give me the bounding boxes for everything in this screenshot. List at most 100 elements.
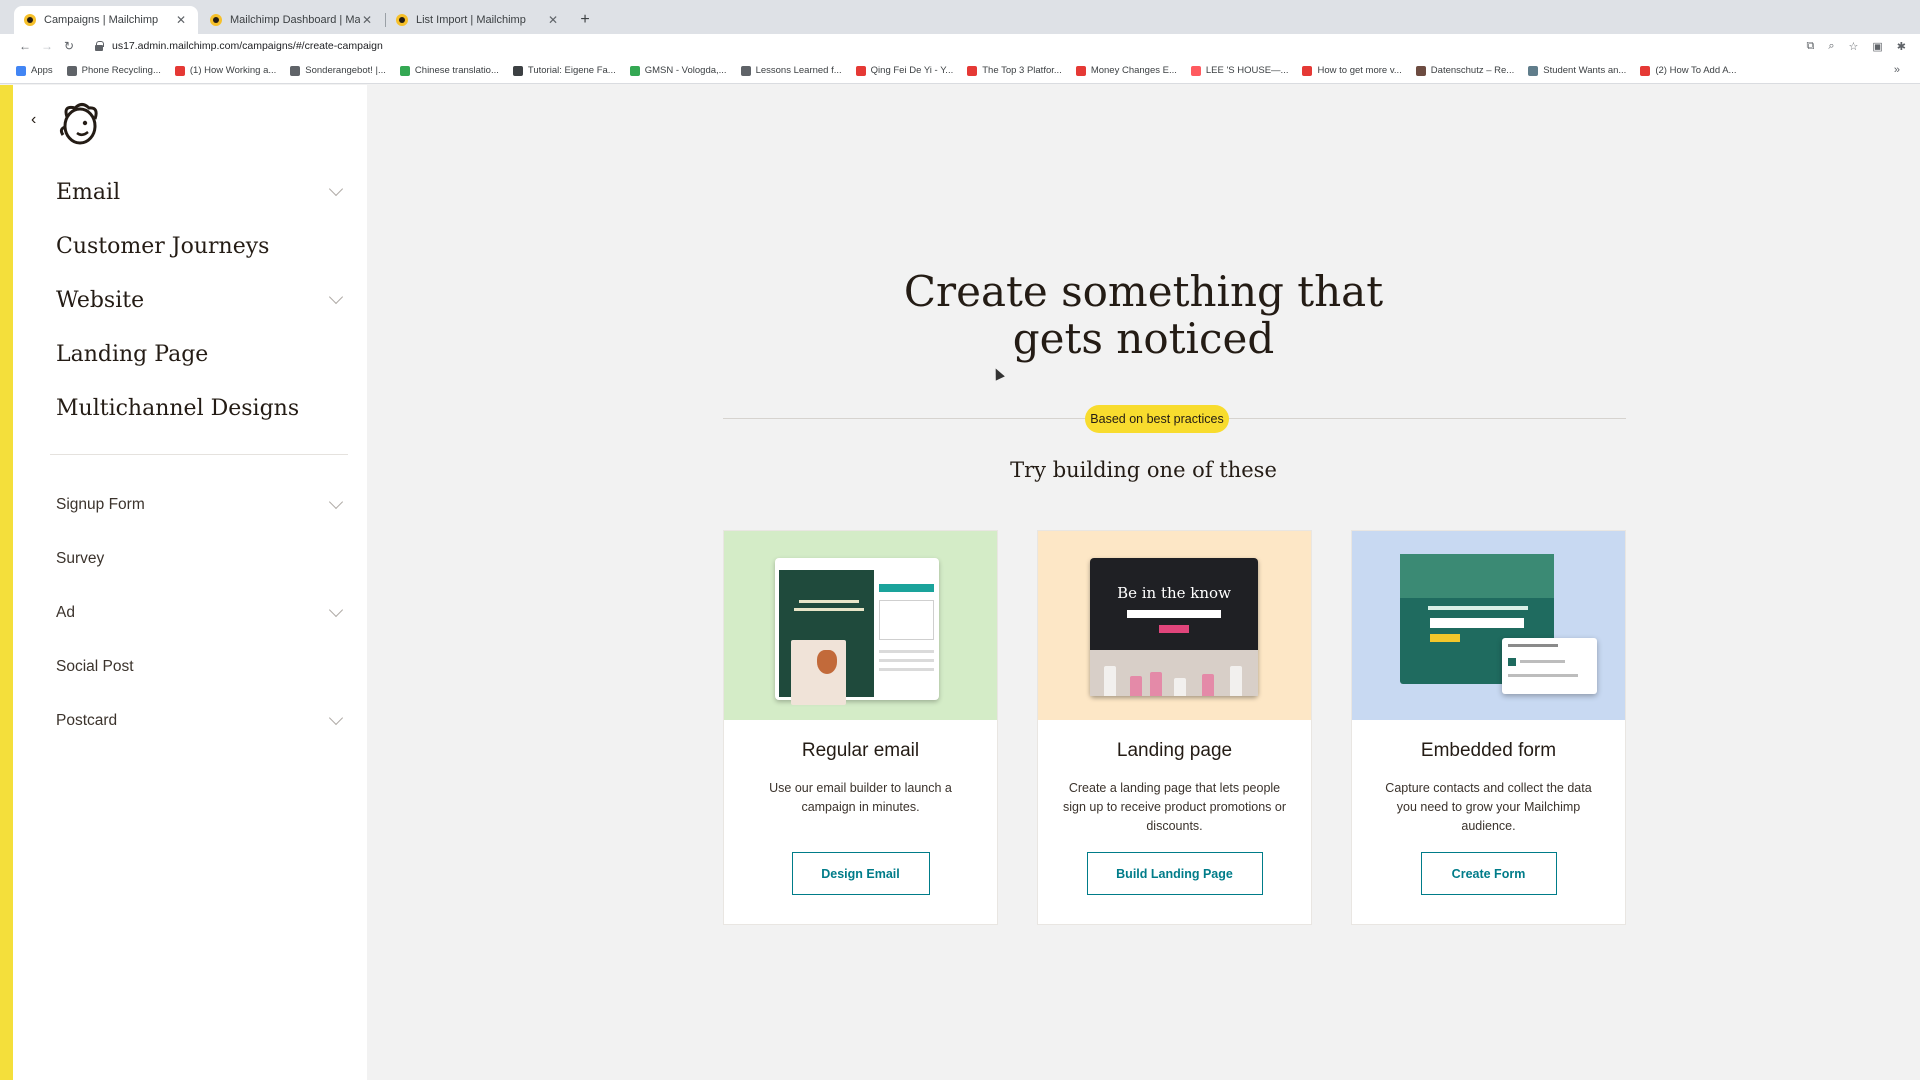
bookmark-item[interactable]: LEE 'S HOUSE—... (1190, 65, 1289, 76)
chevron-down-icon[interactable] (328, 602, 344, 618)
tab-title: Campaigns | Mailchimp (44, 14, 159, 26)
sidebar-item[interactable]: Customer Journeys (56, 219, 346, 273)
bookmark-favicon-icon (399, 65, 410, 76)
mailchimp-favicon-icon (210, 14, 222, 26)
bookmark-label: Tutorial: Eigene Fa... (527, 65, 616, 76)
card-description: Use our email builder to launch a campai… (769, 781, 952, 814)
main-content: Create something that gets noticed Based… (367, 85, 1920, 1080)
sidebar-item[interactable]: Landing Page (56, 327, 346, 381)
regular-email-card: Regular email Use our email builder to l… (723, 530, 998, 925)
zoom-icon[interactable]: ⌕ (1828, 40, 1834, 53)
bookmark-star-icon[interactable]: ☆ (1849, 40, 1859, 53)
bookmark-item[interactable]: How to get more v... (1302, 65, 1402, 76)
forward-icon[interactable]: → (36, 39, 58, 53)
mailchimp-logo-icon[interactable] (55, 99, 105, 149)
bookmark-item[interactable]: The Top 3 Platfor... (967, 65, 1062, 76)
more-bookmarks-icon[interactable]: » (1894, 64, 1900, 76)
chevron-down-icon[interactable] (328, 494, 344, 510)
bookmark-label: (2) How To Add A... (1655, 65, 1737, 76)
bookmark-label: Datenschutz – Re... (1430, 65, 1515, 76)
bookmark-item[interactable]: Lessons Learned f... (740, 65, 842, 76)
url-field[interactable]: us17.admin.mailchimp.com/campaigns/#/cre… (94, 40, 1806, 52)
design-email-button[interactable]: Design Email (791, 852, 930, 895)
back-icon[interactable]: ← (14, 39, 36, 53)
close-icon[interactable]: ✕ (546, 13, 560, 27)
sidebar-item-label: Ad (56, 604, 75, 621)
bookmark-item[interactable]: (2) How To Add A... (1640, 65, 1736, 76)
bookmark-item[interactable]: (1) How Working a... (174, 65, 276, 76)
template-cards: Regular email Use our email builder to l… (723, 530, 1626, 925)
bookmark-item[interactable]: Chinese translatio... (399, 65, 499, 76)
chevron-down-icon[interactable] (328, 181, 344, 197)
bookmark-item[interactable]: Datenschutz – Re... (1415, 65, 1515, 76)
bookmark-label: GMSN - Vologda,... (644, 65, 727, 76)
build-landing-page-button[interactable]: Build Landing Page (1086, 852, 1263, 895)
sidebar-accent-stripe (0, 85, 13, 1080)
card-title: Embedded form (1420, 740, 1557, 761)
new-tab-icon[interactable]: + (572, 6, 598, 34)
bookmark-favicon-icon (512, 65, 523, 76)
bookmark-item[interactable]: Qing Fei De Yi - Y... (855, 65, 954, 76)
sidebar-item-label: Customer Journeys (56, 233, 270, 259)
bookmark-favicon-icon (1075, 65, 1086, 76)
sidebar-item[interactable]: Signup Form (56, 478, 346, 532)
sidebar-item[interactable]: Survey (56, 532, 346, 586)
bookmark-favicon-icon (1302, 65, 1313, 76)
sidebar-item-label: Postcard (56, 712, 118, 729)
bookmark-item[interactable]: Sonderangebot! |... (290, 65, 386, 76)
bookmark-item[interactable]: Tutorial: Eigene Fa... (512, 65, 616, 76)
bookmark-favicon-icon (1190, 65, 1201, 76)
sidebar-item-label: Signup Form (56, 496, 145, 513)
sidebar-item-label: Survey (56, 550, 105, 567)
bookmark-label: LEE 'S HOUSE—... (1205, 65, 1289, 76)
sidebar-item[interactable]: Social Post (56, 640, 346, 694)
chevron-down-icon[interactable] (328, 710, 344, 726)
tab-title: List Import | Mailchimp (416, 14, 526, 26)
translate-icon[interactable]: ⧉ (1806, 40, 1814, 53)
bookmark-label: The Top 3 Platfor... (982, 65, 1062, 76)
browser-tab[interactable]: Campaigns | Mailchimp ✕ (14, 6, 198, 34)
bookmark-item[interactable]: Student Wants an... (1528, 65, 1626, 76)
chevron-down-icon[interactable] (328, 289, 344, 305)
sidebar-item[interactable]: Ad (56, 586, 346, 640)
bookmark-label: Qing Fei De Yi - Y... (870, 65, 954, 76)
bookmark-favicon-icon (740, 65, 751, 76)
bookmark-label: Phone Recycling... (81, 65, 161, 76)
bookmark-favicon-icon (1528, 65, 1539, 76)
best-practices-badge: Based on best practices (1085, 405, 1229, 433)
close-icon[interactable]: ✕ (360, 13, 374, 27)
bookmark-item[interactable]: Phone Recycling... (66, 65, 161, 76)
browser-tab-bar: Campaigns | Mailchimp ✕ Mailchimp Dashbo… (0, 0, 1920, 34)
sidebar-item[interactable]: Postcard (56, 694, 346, 748)
card-title: Landing page (1116, 740, 1233, 761)
sidebar-item[interactable]: Email (56, 165, 346, 219)
card-description: Capture contacts and collect the data yo… (1385, 781, 1592, 833)
bookmark-favicon-icon (66, 65, 77, 76)
landing-page-card: Be in the know Landing page Create a lan… (1037, 530, 1312, 925)
reload-icon[interactable]: ↻ (58, 39, 80, 53)
mouse-cursor-icon (991, 366, 1005, 381)
browser-tab[interactable]: List Import | Mailchimp ✕ (386, 6, 570, 34)
mailchimp-favicon-icon (24, 14, 36, 26)
card-title: Regular email (801, 740, 920, 761)
bookmark-label: Lessons Learned f... (755, 65, 842, 76)
puzzle-icon[interactable]: ✱ (1897, 40, 1906, 53)
sidebar-item[interactable]: Website (56, 273, 346, 327)
secondary-nav: Signup Form Survey Ad Social Post Postcard (56, 478, 346, 748)
bookmark-item[interactable]: GMSN - Vologda,... (629, 65, 727, 76)
section-subheading: Try building one of these (1010, 458, 1277, 482)
extension-icon[interactable]: ▣ (1872, 40, 1882, 53)
bookmark-item[interactable]: Apps (16, 65, 53, 76)
create-form-button[interactable]: Create Form (1420, 852, 1557, 895)
sidebar-item[interactable]: Multichannel Designs (56, 381, 346, 435)
bookmark-favicon-icon (16, 65, 26, 76)
sidebar-item-label: Landing Page (56, 341, 209, 367)
bookmark-label: Sonderangebot! |... (305, 65, 386, 76)
collapse-sidebar-icon[interactable]: ‹ (31, 111, 36, 129)
close-icon[interactable]: ✕ (174, 13, 188, 27)
url-text: us17.admin.mailchimp.com/campaigns/#/cre… (112, 40, 383, 52)
mailchimp-favicon-icon (396, 14, 408, 26)
bookmark-favicon-icon (290, 65, 301, 76)
browser-tab[interactable]: Mailchimp Dashboard | Mailchimp ✕ (200, 6, 386, 34)
bookmark-item[interactable]: Money Changes E... (1075, 65, 1177, 76)
